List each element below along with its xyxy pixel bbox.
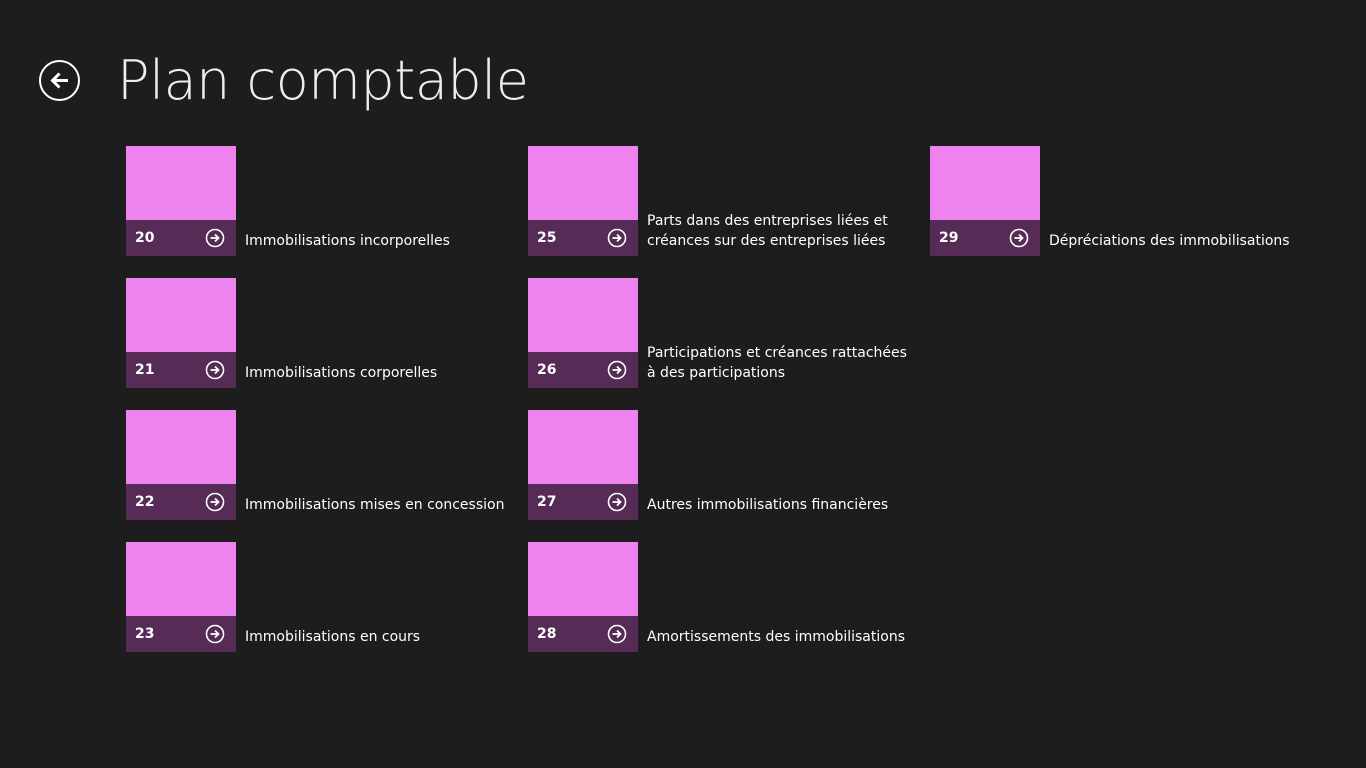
tile-bar: 28: [528, 616, 638, 652]
account-item-20[interactable]: 20 Immobilisations incorporelles: [126, 146, 506, 256]
arrow-right-circle-icon: [607, 228, 627, 248]
account-label: Immobilisations mises en concession: [245, 497, 505, 513]
account-label: Autres immobilisations financières: [647, 497, 889, 513]
account-number: 26: [537, 362, 557, 378]
tile-bar: 26: [528, 352, 638, 388]
account-label: Participations et créances rattachées à …: [647, 345, 907, 381]
tile-bar: 29: [930, 220, 1040, 256]
account-tile[interactable]: 27: [528, 410, 638, 520]
account-number: 22: [135, 494, 155, 510]
account-label: Immobilisations incorporelles: [245, 233, 450, 249]
arrow-right-circle-icon: [607, 624, 627, 644]
account-tile[interactable]: 20: [126, 146, 236, 256]
account-item-28[interactable]: 28 Amortissements des immobilisations: [528, 542, 908, 652]
account-tile[interactable]: 23: [126, 542, 236, 652]
account-item-22[interactable]: 22 Immobilisations mises en concession: [126, 410, 506, 520]
account-number: 20: [135, 230, 155, 246]
account-tile[interactable]: 25: [528, 146, 638, 256]
arrow-right-circle-icon: [1009, 228, 1029, 248]
account-tile[interactable]: 26: [528, 278, 638, 388]
tile-bar: 27: [528, 484, 638, 520]
tile-bar: 21: [126, 352, 236, 388]
account-tile[interactable]: 21: [126, 278, 236, 388]
account-number: 23: [135, 626, 155, 642]
account-number: 27: [537, 494, 557, 510]
tile-bar: 22: [126, 484, 236, 520]
account-tile[interactable]: 29: [930, 146, 1040, 256]
account-item-23[interactable]: 23 Immobilisations en cours: [126, 542, 506, 652]
tile-bar: 23: [126, 616, 236, 652]
account-item-21[interactable]: 21 Immobilisations corporelles: [126, 278, 506, 388]
account-grid: 20 Immobilisations incorporelles 21 Immo…: [0, 0, 1366, 768]
account-number: 28: [537, 626, 557, 642]
tile-bar: 25: [528, 220, 638, 256]
account-number: 21: [135, 362, 155, 378]
account-item-29[interactable]: 29 Dépréciations des immobilisations: [930, 146, 1310, 256]
tile-bar: 20: [126, 220, 236, 256]
arrow-right-circle-icon: [205, 228, 225, 248]
arrow-right-circle-icon: [607, 360, 627, 380]
arrow-right-circle-icon: [607, 492, 627, 512]
account-tile[interactable]: 22: [126, 410, 236, 520]
account-item-25[interactable]: 25 Parts dans des entreprises liées et c…: [528, 146, 908, 256]
arrow-right-circle-icon: [205, 624, 225, 644]
account-number: 29: [939, 230, 959, 246]
arrow-right-circle-icon: [205, 360, 225, 380]
account-label: Immobilisations en cours: [245, 629, 421, 645]
account-item-27[interactable]: 27 Autres immobilisations financières: [528, 410, 908, 520]
account-label: Dépréciations des immobilisations: [1049, 233, 1290, 249]
account-label: Amortissements des immobilisations: [647, 629, 905, 645]
account-number: 25: [537, 230, 557, 246]
account-tile[interactable]: 28: [528, 542, 638, 652]
account-item-26[interactable]: 26 Participations et créances rattachées…: [528, 278, 908, 388]
arrow-right-circle-icon: [205, 492, 225, 512]
account-label: Parts dans des entreprises liées et créa…: [647, 213, 888, 249]
account-label: Immobilisations corporelles: [245, 365, 438, 381]
